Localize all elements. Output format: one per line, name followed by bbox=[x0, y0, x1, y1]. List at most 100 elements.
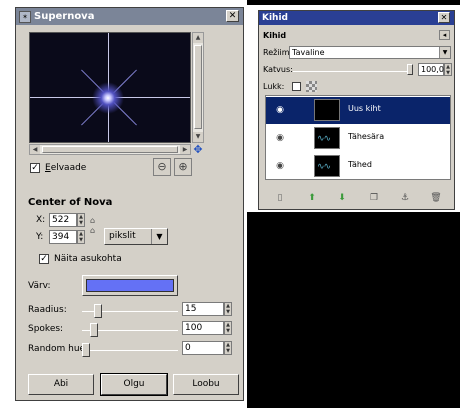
background-strip bbox=[247, 0, 460, 5]
random-hue-label: Random hue: bbox=[28, 344, 89, 354]
help-button[interactable]: Abi bbox=[28, 374, 94, 395]
nova-glow bbox=[92, 82, 124, 114]
gimp-icon: ✶ bbox=[19, 10, 31, 23]
zoom-out-button[interactable]: ⊖ bbox=[153, 158, 171, 176]
layers-close-button[interactable]: ✕ bbox=[438, 12, 450, 23]
zoom-out-icon: ⊖ bbox=[157, 160, 167, 173]
layer-thumbnail: ∿∿ bbox=[314, 155, 340, 177]
ok-button[interactable]: Olgu bbox=[100, 373, 168, 396]
delete-layer-icon[interactable]: 🗑 bbox=[429, 192, 443, 204]
raise-layer-icon[interactable]: ⬆ bbox=[305, 192, 319, 204]
spin-down-icon[interactable]: ▼ bbox=[445, 70, 451, 76]
color-label: Värv: bbox=[28, 281, 51, 291]
layers-panel-label: Kihid bbox=[263, 31, 287, 40]
opacity-slider[interactable] bbox=[293, 71, 411, 72]
navigate-icon[interactable]: ✥ bbox=[192, 144, 204, 155]
spin-down-icon[interactable]: ▼ bbox=[78, 220, 84, 226]
layer-list[interactable]: ◉ Uus kiht ◉ ∿∿ Tähesära ◉ ∿∿ Tähed bbox=[265, 95, 451, 180]
random-hue-slider[interactable] bbox=[82, 350, 178, 351]
anchor-layer-icon[interactable]: ⚓ bbox=[398, 192, 412, 204]
opacity-input[interactable]: 100,0 bbox=[418, 63, 444, 76]
preview-canvas[interactable] bbox=[29, 32, 191, 143]
opacity-slider-thumb[interactable] bbox=[407, 64, 413, 75]
unit-value: pikslit bbox=[109, 231, 136, 241]
supernova-dialog: ✶ Supernova ✕ ▲ ▼ ◀ ▶ ✥ ✓ Eelvaade ⊖ ⊕ C… bbox=[15, 7, 244, 401]
preview-horizontal-scrollbar[interactable]: ◀ ▶ bbox=[29, 144, 191, 155]
layers-titlebar[interactable]: Kihid ✕ bbox=[259, 11, 454, 25]
preview-vertical-scrollbar[interactable]: ▲ ▼ bbox=[192, 32, 204, 143]
lock-label: Lukk: bbox=[263, 82, 285, 91]
thumbnail-stars-icon: ∿∿ bbox=[317, 134, 331, 144]
radius-input[interactable]: 15 bbox=[182, 302, 224, 316]
layer-name: Tähesära bbox=[348, 132, 385, 141]
layer-row[interactable]: ◉ ∿∿ Tähesära bbox=[266, 125, 450, 152]
radius-spinner[interactable]: ▲ ▼ bbox=[224, 302, 232, 316]
eye-icon[interactable]: ◉ bbox=[274, 162, 286, 171]
random-hue-spinner[interactable]: ▲ ▼ bbox=[224, 341, 232, 355]
scroll-right-icon[interactable]: ▶ bbox=[180, 145, 190, 154]
mode-value: Tavaline bbox=[292, 48, 325, 57]
mode-label: Režiim: bbox=[263, 48, 293, 57]
supernova-titlebar[interactable]: ✶ Supernova ✕ bbox=[16, 8, 243, 25]
show-position-checkbox[interactable]: ✓ bbox=[39, 254, 49, 264]
eye-icon[interactable]: ◉ bbox=[274, 106, 286, 115]
random-hue-slider-thumb[interactable] bbox=[82, 343, 90, 357]
preview-label-text: elvaade bbox=[50, 163, 87, 173]
preview-checkbox[interactable]: ✓ bbox=[30, 163, 40, 173]
close-button[interactable]: ✕ bbox=[226, 10, 239, 22]
opacity-label: Katvus: bbox=[263, 65, 293, 74]
spokes-input[interactable]: 100 bbox=[182, 321, 224, 335]
y-spinner[interactable]: ▲ ▼ bbox=[77, 230, 85, 244]
y-input[interactable]: 394 bbox=[49, 230, 77, 244]
x-label: X: bbox=[36, 215, 46, 225]
lock-checkbox[interactable] bbox=[292, 82, 301, 91]
scroll-left-icon[interactable]: ◀ bbox=[30, 145, 40, 154]
spin-down-icon[interactable]: ▼ bbox=[225, 348, 231, 354]
chain-link-icon[interactable]: ⌂ ⌂ bbox=[90, 216, 96, 236]
spokes-spinner[interactable]: ▲ ▼ bbox=[224, 321, 232, 335]
y-label: Y: bbox=[36, 232, 44, 242]
layers-dialog: Kihid ✕ Kihid ◂ Režiim: Tavaline ▼ Katvu… bbox=[258, 10, 455, 210]
opacity-spinner[interactable]: ▲ ▼ bbox=[444, 63, 452, 76]
radius-slider-thumb[interactable] bbox=[94, 304, 102, 318]
new-layer-icon[interactable]: ▯ bbox=[273, 192, 287, 204]
eye-icon[interactable]: ◉ bbox=[274, 134, 286, 143]
chevron-down-icon: ▼ bbox=[439, 47, 450, 58]
random-hue-input[interactable]: 0 bbox=[182, 341, 224, 355]
layer-row[interactable]: ◉ ∿∿ Tähed bbox=[266, 153, 450, 180]
unit-select[interactable]: pikslit ▼ bbox=[104, 228, 168, 245]
lower-layer-icon[interactable]: ⬇ bbox=[335, 192, 349, 204]
layer-name: Uus kiht bbox=[348, 104, 381, 113]
radius-label: Raadius: bbox=[28, 305, 67, 315]
mode-select[interactable]: Tavaline ▼ bbox=[289, 46, 451, 59]
spin-down-icon[interactable]: ▼ bbox=[225, 309, 231, 315]
scroll-thumb[interactable] bbox=[42, 146, 178, 153]
scroll-up-icon[interactable]: ▲ bbox=[193, 33, 203, 43]
scroll-thumb[interactable] bbox=[194, 45, 202, 129]
panel-menu-icon[interactable]: ◂ bbox=[439, 30, 450, 40]
center-section-title: Center of Nova bbox=[28, 197, 113, 208]
scroll-down-icon[interactable]: ▼ bbox=[193, 132, 203, 142]
spokes-label: Spokes: bbox=[28, 324, 64, 334]
color-swatch bbox=[86, 279, 174, 292]
x-input[interactable]: 522 bbox=[49, 213, 77, 227]
duplicate-layer-icon[interactable]: ❐ bbox=[367, 192, 381, 204]
layer-row[interactable]: ◉ Uus kiht bbox=[266, 97, 450, 124]
lock-alpha-icon[interactable] bbox=[306, 81, 317, 92]
layer-thumbnail bbox=[314, 99, 340, 121]
layer-thumbnail: ∿∿ bbox=[314, 127, 340, 149]
spin-down-icon[interactable]: ▼ bbox=[225, 328, 231, 334]
zoom-in-button[interactable]: ⊕ bbox=[174, 158, 192, 176]
chevron-down-icon: ▼ bbox=[151, 229, 167, 244]
background-area bbox=[247, 212, 460, 408]
color-button[interactable] bbox=[82, 275, 178, 296]
spokes-slider-thumb[interactable] bbox=[90, 323, 98, 337]
show-position-label: Näita asukohta bbox=[54, 254, 122, 264]
dialog-title: Supernova bbox=[34, 11, 95, 22]
thumbnail-stars-icon: ∿∿ bbox=[317, 162, 331, 172]
preview-label: Eelvaade bbox=[45, 163, 87, 173]
cancel-button[interactable]: Loobu bbox=[173, 374, 239, 395]
layers-title: Kihid bbox=[262, 13, 288, 23]
x-spinner[interactable]: ▲ ▼ bbox=[77, 213, 85, 227]
spin-down-icon[interactable]: ▼ bbox=[78, 237, 84, 243]
